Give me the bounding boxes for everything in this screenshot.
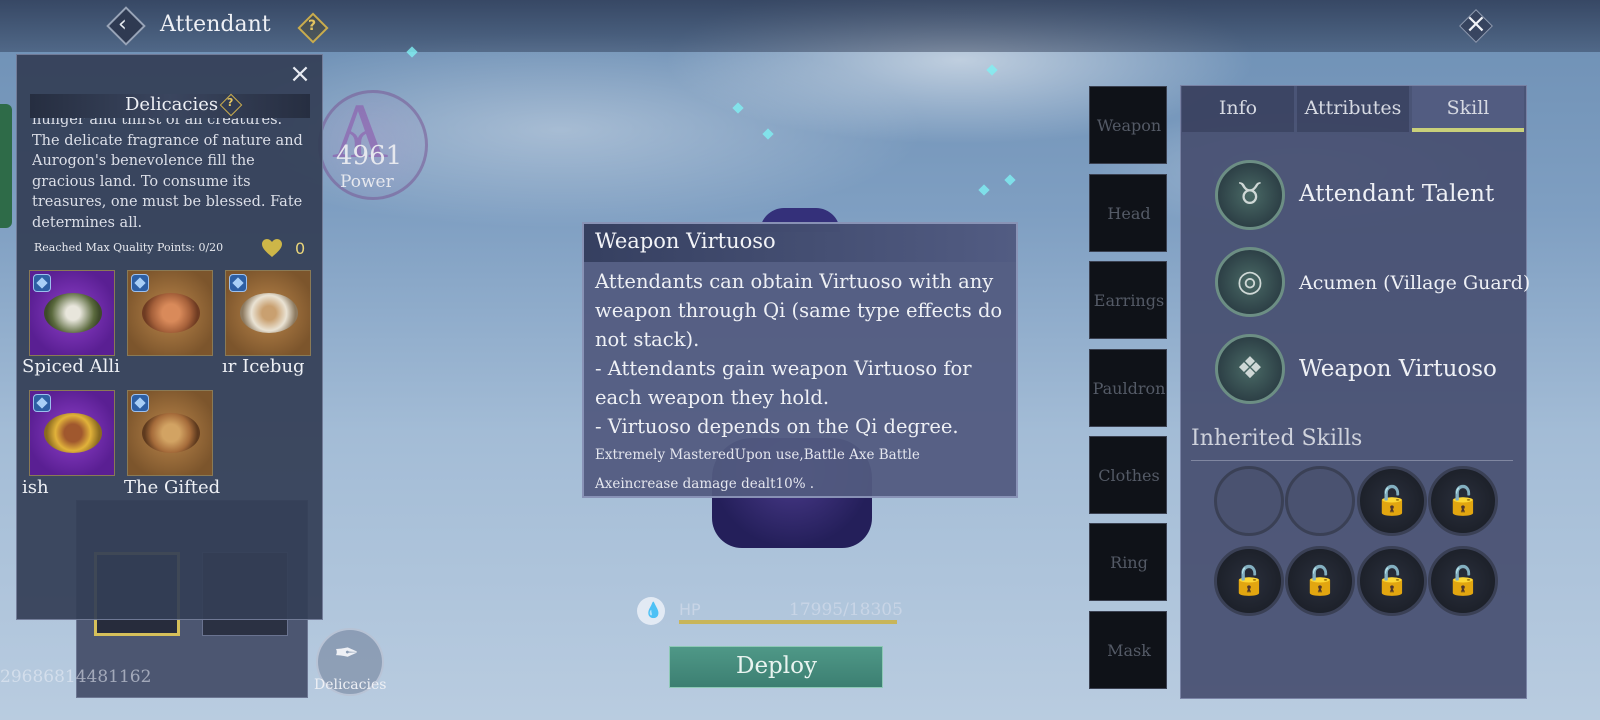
food-item[interactable] (127, 390, 213, 476)
skill-name: Attendant Talent (1299, 181, 1495, 207)
active-tab-indicator (1412, 128, 1524, 132)
hp-value: 17995/18305 (789, 600, 903, 620)
delicacies-close-icon[interactable]: × (286, 60, 314, 88)
inherited-skill-slot[interactable]: 🔓 (1214, 546, 1284, 616)
tab-info[interactable]: Info (1182, 86, 1294, 132)
sparkle-decoration (1004, 174, 1016, 186)
sparkle-decoration (732, 102, 744, 114)
equip-slot-head[interactable]: Head (1089, 174, 1167, 252)
lock-icon: 🔓 (1374, 564, 1410, 597)
power-label: Power (340, 172, 394, 192)
food-item[interactable] (127, 270, 213, 356)
food-item[interactable] (225, 270, 311, 356)
equip-slot-pauldron[interactable]: Pauldron (1089, 349, 1167, 427)
quality-gem-icon (131, 394, 149, 412)
lock-icon: 🔓 (1231, 564, 1267, 597)
quality-gem-icon (131, 274, 149, 292)
drop-icon: 💧 (644, 601, 663, 619)
chevron-left-icon: ‹ (118, 12, 127, 37)
dish-icon (44, 413, 102, 453)
tab-attributes[interactable]: Attributes (1297, 86, 1409, 132)
talent-icon[interactable]: ♉ (1215, 160, 1285, 230)
tooltip-title: Weapon Virtuoso (595, 229, 776, 253)
side-tab[interactable] (0, 104, 12, 228)
lock-icon: 🔓 (1445, 564, 1481, 597)
close-icon: × (1465, 9, 1487, 39)
equip-slot-weapon[interactable]: Weapon (1089, 86, 1167, 164)
dish-icon (142, 293, 200, 333)
food-label: ır Icebug (222, 356, 305, 377)
lock-icon: 🔓 (1374, 484, 1410, 517)
skill-name: Acumen (Village Guard) (1299, 272, 1531, 294)
equip-slot-mask[interactable]: Mask (1089, 611, 1167, 689)
question-icon: ? (308, 18, 317, 34)
tab-skill[interactable]: Skill (1412, 86, 1524, 132)
back-button[interactable]: ‹ (106, 6, 146, 46)
delicacies-description: hunger and thirst of all creatures. The … (32, 118, 303, 231)
quality-gem-icon (33, 394, 51, 412)
lock-icon: 🔓 (1302, 564, 1338, 597)
sparkle-decoration (978, 184, 990, 196)
inherited-skill-slot[interactable]: 🔓 (1357, 466, 1427, 536)
delicacies-title: Delicacies (125, 94, 219, 115)
inherited-skill-slot[interactable] (1285, 466, 1355, 536)
acumen-icon[interactable]: ◎ (1215, 247, 1285, 317)
food-label: The Gifted (124, 477, 221, 498)
close-button[interactable]: × (1458, 8, 1494, 44)
virtuoso-icon[interactable]: ❖ (1215, 334, 1285, 404)
delicacies-button-label: Delicacies (314, 677, 387, 693)
equip-slot-clothes[interactable]: Clothes (1089, 436, 1167, 514)
dish-icon (142, 413, 200, 453)
food-item[interactable] (29, 390, 115, 476)
delicacies-description-scroll[interactable]: hunger and thirst of all creatures. The … (32, 118, 307, 232)
question-icon: ? (227, 96, 234, 109)
equip-slot-ring[interactable]: Ring (1089, 523, 1167, 601)
inherited-skill-slot[interactable] (1214, 466, 1284, 536)
inherited-skill-slot[interactable]: 🔓 (1428, 546, 1498, 616)
hp-label: HP (679, 600, 701, 619)
quality-gem-icon (33, 274, 51, 292)
hp-bar (679, 620, 897, 624)
sparkle-decoration (986, 64, 998, 76)
inherited-skills-title: Inherited Skills (1191, 426, 1363, 451)
heart-icon (262, 239, 282, 257)
help-button[interactable]: ? (297, 12, 329, 44)
tooltip-body: Attendants can obtain Virtuoso with any … (595, 270, 1003, 438)
player-uid: 29686814481162 (0, 667, 152, 687)
equip-slot-earrings[interactable]: Earrings (1089, 261, 1167, 339)
dish-icon (44, 293, 102, 333)
food-item[interactable] (29, 270, 115, 356)
divider (1191, 460, 1513, 461)
quality-points: Reached Max Quality Points: 0/20 (34, 241, 224, 254)
inherited-skill-slot[interactable]: 🔓 (1428, 466, 1498, 536)
lock-icon: 🔓 (1445, 484, 1481, 517)
food-label: ish (22, 477, 49, 498)
inherited-skill-slot[interactable]: 🔓 (1285, 546, 1355, 616)
deploy-label: Deploy (736, 653, 817, 679)
page-title: Attendant (160, 12, 271, 37)
quality-gem-icon (229, 274, 247, 292)
heart-count: 0 (295, 239, 306, 258)
power-value: 4961 (336, 141, 403, 171)
feather-icon: ✒ (334, 636, 360, 671)
skill-name: Weapon Virtuoso (1299, 356, 1497, 382)
sparkle-decoration (762, 128, 774, 140)
inherited-skill-slot[interactable]: 🔓 (1357, 546, 1427, 616)
dish-icon (240, 293, 298, 333)
tooltip-effect: Extremely MasteredUpon use,Battle Axe Ba… (595, 447, 920, 492)
food-label: Spiced Allig (22, 356, 120, 377)
